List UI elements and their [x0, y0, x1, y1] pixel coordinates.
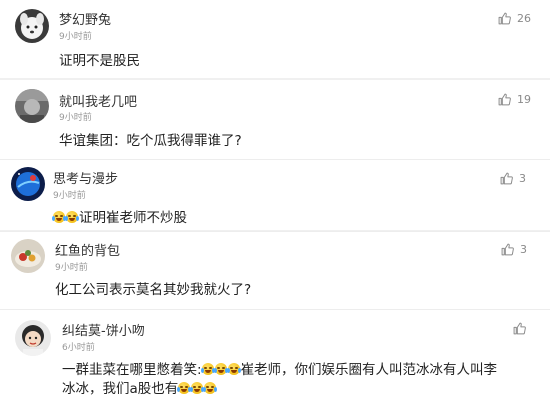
thumbs-up-icon [513, 322, 526, 335]
avatar[interactable] [11, 167, 45, 201]
laugh-cry-emoji-icon [226, 363, 241, 375]
laugh-cry-emoji-icon [52, 211, 66, 223]
comment-list: 梦幻野兔 9小时前 证明不是股民 26 就叫我老几吧 9小时前 华谊集团：吃个瓜… [0, 0, 550, 417]
avatar-gray-face-icon [15, 89, 49, 123]
like-button[interactable]: 3 [501, 243, 527, 256]
like-count: 19 [517, 93, 531, 106]
timestamp: 9小时前 [53, 191, 86, 201]
timestamp: 9小时前 [59, 113, 92, 123]
comment-text: 一群韭菜在哪里憋着笑: 崔老师，你们娱乐圈有人叫范冰冰有人叫李 [62, 358, 497, 378]
avatar-blue-planet-icon [11, 167, 45, 201]
comment-text-part: 冰冰，我们a股也有 [62, 381, 179, 397]
comment-text-line2: 冰冰，我们a股也有 [62, 377, 218, 397]
comment-text-content: 证明崔老师不炒股 [79, 210, 187, 226]
comment-item: 梦幻野兔 9小时前 证明不是股民 26 [0, 0, 550, 78]
like-count: 26 [517, 12, 531, 25]
timestamp: 6小时前 [62, 343, 95, 353]
username[interactable]: 纠结莫-饼小吻 [62, 320, 145, 339]
timestamp: 9小时前 [55, 263, 88, 273]
like-count: 3 [520, 243, 527, 256]
thumbs-up-icon [498, 93, 511, 106]
laugh-cry-emoji-icon [177, 382, 192, 394]
comment-text-part: 一群韭菜在哪里憋着笑: [62, 362, 202, 378]
like-button[interactable]: 26 [498, 12, 531, 25]
avatar[interactable] [15, 9, 49, 43]
avatar-girl-icon [15, 320, 51, 356]
like-button[interactable]: 3 [500, 172, 526, 185]
comment-item: 思考与漫步 9小时前 证明崔老师不炒股 3 [0, 160, 550, 230]
comment-text: 证明崔老师不炒股 [52, 206, 187, 226]
laugh-cry-emoji-icon [200, 363, 215, 375]
thumbs-up-icon [501, 243, 514, 256]
comment-text: 华谊集团：吃个瓜我得罪谁了? [59, 133, 242, 149]
comment-text-part: 崔老师，你们娱乐圈有人叫范冰冰有人叫李 [240, 362, 498, 378]
comment-item: 纠结莫-饼小吻 6小时前 一群韭菜在哪里憋着笑: 崔老师，你们娱乐圈有人叫范冰冰有… [0, 310, 550, 417]
username[interactable]: 红鱼的背包 [55, 240, 120, 259]
thumbs-up-icon [500, 172, 513, 185]
username[interactable]: 就叫我老几吧 [59, 91, 137, 110]
comment-text: 化工公司表示莫名其妙我就火了? [55, 282, 252, 298]
comment-item: 就叫我老几吧 9小时前 华谊集团：吃个瓜我得罪谁了? 19 [0, 80, 550, 160]
like-button[interactable] [513, 322, 532, 335]
laugh-cry-emoji-icon [65, 211, 79, 223]
comment-item: 红鱼的背包 9小时前 化工公司表示莫名其妙我就火了? 3 [0, 232, 550, 310]
comment-text: 证明不是股民 [59, 53, 140, 69]
avatar-food-icon [11, 239, 45, 273]
timestamp: 9小时前 [59, 32, 92, 42]
username[interactable]: 思考与漫步 [53, 168, 118, 187]
like-count: 3 [519, 172, 526, 185]
laugh-cry-emoji-icon [203, 382, 218, 394]
avatar[interactable] [15, 320, 51, 356]
avatar[interactable] [11, 239, 45, 273]
like-button[interactable]: 19 [498, 93, 531, 106]
avatar-white-dog-icon [15, 9, 49, 43]
laugh-cry-emoji-icon [213, 363, 228, 375]
laugh-cry-emoji-icon [190, 382, 205, 394]
thumbs-up-icon [498, 12, 511, 25]
username[interactable]: 梦幻野兔 [59, 9, 111, 28]
avatar[interactable] [15, 89, 49, 123]
